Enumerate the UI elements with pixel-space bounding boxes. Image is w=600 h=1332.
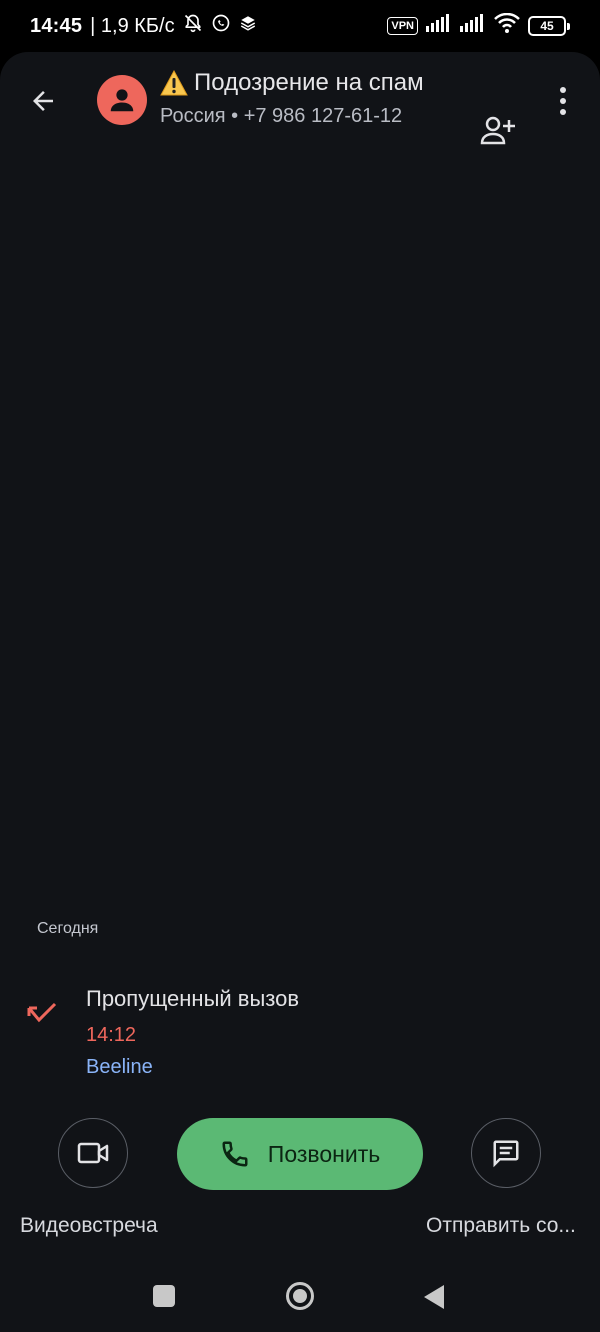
status-bar: 14:45 | 1,9 КБ/с VPN 45 — [0, 0, 600, 52]
arrow-left-icon — [33, 91, 53, 111]
top-bar: Подозрение на спам Россия • +7 986 127-6… — [0, 52, 600, 152]
call-carrier: Beeline — [86, 1056, 153, 1078]
battery-tip — [567, 22, 570, 30]
video-call-label: Видеовстреча — [20, 1214, 158, 1237]
status-right: VPN 45 — [387, 12, 570, 39]
navigation-bar — [0, 1272, 600, 1332]
contact-title: Подозрение на спам — [160, 69, 424, 97]
call-type: Пропущенный вызов — [86, 986, 300, 1011]
video-call-button[interactable] — [58, 1118, 128, 1188]
person-icon — [110, 89, 134, 112]
back-button[interactable] — [20, 78, 66, 124]
send-message-label: Отправить со... — [426, 1214, 576, 1237]
network-speed: | 1,9 КБ/с — [90, 14, 175, 37]
status-time: 14:45 — [30, 14, 83, 37]
home-icon — [293, 1289, 307, 1303]
wifi-icon — [494, 12, 520, 39]
message-icon — [493, 1140, 519, 1168]
more-options-button[interactable] — [545, 78, 581, 124]
status-left: 14:45 | 1,9 КБ/с — [30, 13, 257, 39]
action-buttons: Позвонить Видеовстреча Отправить со... — [0, 1118, 600, 1258]
muted-bell-icon — [183, 13, 203, 39]
whatsapp-icon — [211, 13, 231, 39]
stack-icon — [239, 14, 257, 38]
phone-icon — [222, 1141, 248, 1167]
call-history-item: Пропущенный вызов 14:12 Beeline — [0, 982, 600, 1082]
recents-button[interactable] — [153, 1285, 175, 1307]
history-section-label: Сегодня — [37, 920, 99, 937]
triangle-back-icon — [424, 1285, 444, 1309]
battery-icon: 45 — [528, 16, 570, 36]
nav-back-button[interactable] — [423, 1284, 445, 1315]
videocam-icon — [77, 1142, 109, 1164]
more-vertical-icon — [560, 87, 566, 115]
send-message-button[interactable] — [471, 1118, 541, 1188]
contact-title-block: Подозрение на спам Россия • +7 986 127-6… — [160, 69, 424, 128]
signal-icon — [426, 14, 452, 38]
vpn-badge: VPN — [387, 17, 418, 35]
call-time: 14:12 — [86, 1024, 137, 1046]
missed-call-icon — [26, 1002, 58, 1031]
signal-icon-2 — [460, 14, 486, 38]
battery-level: 45 — [528, 16, 566, 36]
avatar — [97, 75, 147, 125]
call-button-label: Позвонить — [267, 1140, 381, 1167]
call-details-screen: Подозрение на спам Россия • +7 986 127-6… — [0, 52, 600, 1332]
call-button[interactable]: Позвонить — [177, 1118, 423, 1190]
contact-title-text: Подозрение на спам — [194, 69, 424, 96]
person-add-icon — [480, 116, 515, 145]
contact-subtitle: Россия • +7 986 127-61-12 — [160, 105, 403, 127]
home-button[interactable] — [286, 1282, 314, 1310]
add-contact-button[interactable] — [476, 108, 520, 152]
warning-triangle-icon — [160, 70, 188, 96]
